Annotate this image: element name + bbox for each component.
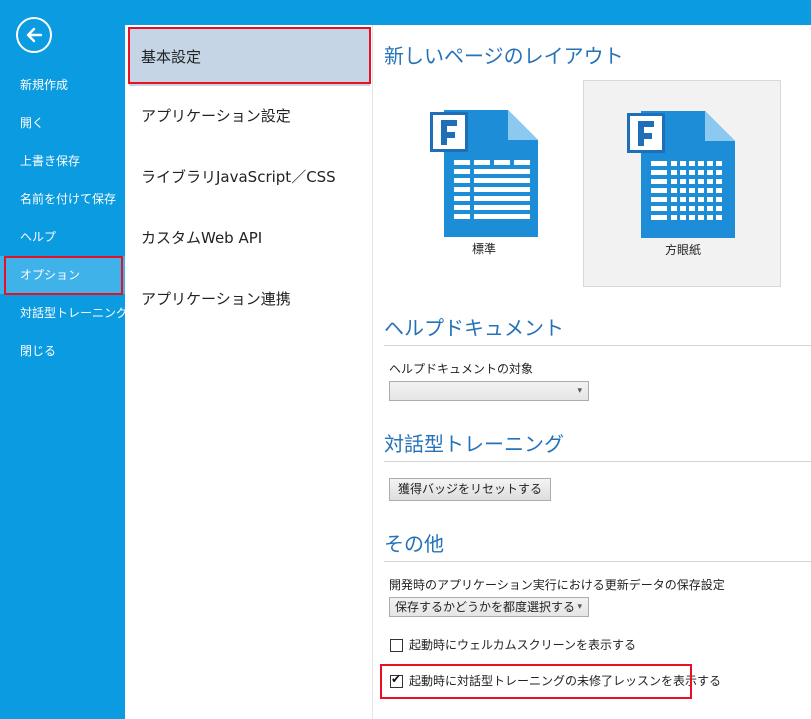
other-divider [384, 561, 811, 562]
sidebar-item-close[interactable]: 閉じる [0, 332, 125, 370]
layout-label-standard: 標準 [471, 242, 496, 256]
category-app-settings[interactable]: アプリケーション設定 [129, 87, 370, 145]
unfinished-lesson-label: 起動時に対話型トレーニングの未修了レッスンを表示する [409, 674, 722, 688]
welcome-screen-label: 起動時にウェルカムスクリーンを表示する [409, 638, 637, 652]
back-arrow-glyph [26, 27, 43, 43]
save-setting-value: 保存するかどうかを都度選択する [395, 600, 576, 614]
other-title: その他 [384, 532, 444, 556]
sidebar-item-new[interactable]: 新規作成 [0, 66, 125, 104]
save-setting-label: 開発時のアプリケーション実行における更新データの保存設定 [389, 578, 725, 592]
back-arrow-icon[interactable] [16, 17, 52, 53]
grid-layout-icon [627, 111, 735, 238]
save-setting-select[interactable]: 保存するかどうかを都度選択する ▾ [389, 597, 589, 617]
chevron-down-icon: ▾ [577, 386, 582, 396]
checkmark-icon: ✔ [391, 672, 402, 686]
sidebar-item-save-as[interactable]: 名前を付けて保存 [0, 180, 125, 218]
welcome-screen-checkbox[interactable] [390, 639, 403, 652]
sidebar-item-open[interactable]: 開く [0, 104, 125, 142]
category-pane: 基本設定 アプリケーション設定 ライブラリJavaScript／CSS カスタム… [125, 25, 373, 719]
category-basic-settings[interactable]: 基本設定 [129, 28, 370, 86]
backstage-sidebar: 新規作成 開く 上書き保存 名前を付けて保存 ヘルプ オプション 対話型トレーニ… [0, 0, 128, 719]
layout-option-standard[interactable]: 標準 [385, 80, 583, 287]
layout-label-grid: 方眼紙 [664, 243, 701, 257]
layout-option-grid[interactable]: 方眼紙 [583, 80, 781, 287]
sidebar-item-help[interactable]: ヘルプ [0, 218, 125, 256]
sidebar-item-options[interactable]: オプション [0, 256, 125, 294]
settings-content: 新しいページのレイアウト 標準 方眼紙 ヘルプドキュメント ヘルプドキュメントの… [374, 25, 811, 719]
sidebar-item-training[interactable]: 対話型トレーニング [0, 294, 128, 332]
page-layout-title: 新しいページのレイアウト [384, 44, 624, 68]
sidebar-item-save[interactable]: 上書き保存 [0, 142, 125, 180]
help-doc-target-label: ヘルプドキュメントの対象 [389, 362, 534, 376]
unfinished-lesson-checkbox[interactable]: ✔ [390, 672, 403, 688]
training-title: 対話型トレーニング [384, 432, 564, 456]
chevron-down-icon: ▾ [577, 602, 582, 612]
category-library-js-css[interactable]: ライブラリJavaScript／CSS [129, 148, 370, 206]
training-divider [384, 461, 811, 462]
category-custom-web-api[interactable]: カスタムWeb API [129, 209, 370, 267]
help-doc-divider [384, 345, 811, 346]
standard-layout-icon [430, 110, 538, 237]
help-doc-title: ヘルプドキュメント [384, 316, 564, 340]
help-doc-target-select[interactable]: ▾ [389, 381, 589, 401]
category-app-integration[interactable]: アプリケーション連携 [129, 270, 370, 328]
options-window: 新規作成 開く 上書き保存 名前を付けて保存 ヘルプ オプション 対話型トレーニ… [0, 0, 811, 719]
reset-badges-button[interactable]: 獲得バッジをリセットする [389, 478, 552, 501]
